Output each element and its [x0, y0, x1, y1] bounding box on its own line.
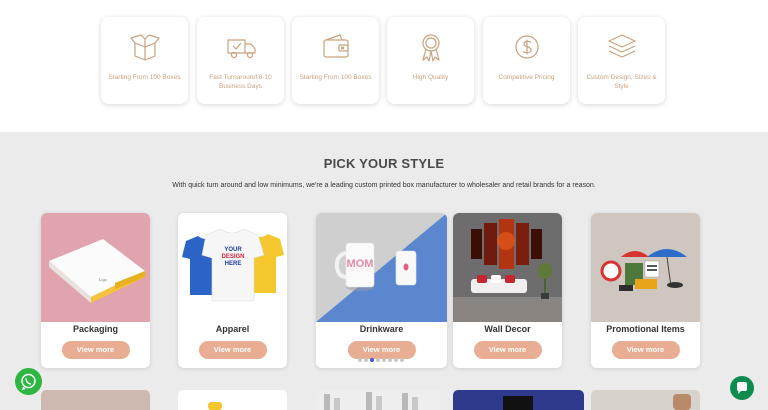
carousel-dot[interactable]	[370, 358, 374, 362]
open-box-icon	[130, 34, 160, 61]
card-title: Promotional Items	[606, 324, 685, 334]
svg-text:Logo: Logo	[98, 277, 107, 282]
svg-text:MOM: MOM	[347, 258, 374, 270]
packaging-image: Logo	[41, 213, 150, 322]
svg-text:YOUR: YOUR	[224, 247, 242, 253]
live-chat-button[interactable]	[730, 376, 754, 400]
feature-card-min-boxes: Starting From 100 Boxes	[101, 17, 188, 104]
feature-label: Starting From 100 Boxes	[108, 74, 181, 81]
view-more-button[interactable]: View more	[61, 341, 130, 359]
apparel-image: YOUR DESIGN HERE	[178, 213, 287, 322]
view-more-button[interactable]: View more	[611, 341, 680, 359]
next-card-peek	[316, 390, 440, 410]
svg-text:HERE: HERE	[225, 261, 242, 267]
feature-label: Starting From 100 Boxes	[299, 74, 372, 81]
delivery-truck-icon	[227, 39, 256, 59]
feature-card-quality: High Quality	[387, 17, 474, 104]
carousel-dots	[358, 358, 408, 362]
feature-label: High Quality	[412, 74, 449, 81]
card-title: Apparel	[215, 324, 250, 334]
carousel-dot[interactable]	[400, 358, 404, 362]
carousel-dot[interactable]	[364, 358, 368, 362]
carousel-dot[interactable]	[376, 358, 380, 362]
section-title: PICK YOUR STYLE	[323, 156, 445, 171]
next-card-peek	[453, 390, 584, 410]
whatsapp-icon	[21, 373, 36, 391]
drinkware-image: MOM	[316, 213, 447, 322]
carousel-dot[interactable]	[388, 358, 392, 362]
wallet-icon	[323, 34, 349, 58]
next-card-peek	[178, 390, 287, 410]
chat-bubble-icon	[737, 382, 747, 394]
feature-label: Competitive Pricing	[498, 74, 555, 81]
view-more-button[interactable]: View more	[198, 341, 267, 359]
dollar-coin-icon	[515, 35, 539, 59]
card-title: Drinkware	[359, 324, 404, 334]
product-card-wall-decor[interactable]: Wall Decor View more	[453, 213, 562, 368]
section-subtitle: With quick turn around and low minimums,…	[172, 182, 596, 189]
layers-icon	[608, 34, 636, 58]
carousel-dot[interactable]	[382, 358, 386, 362]
view-more-button[interactable]: View more	[473, 341, 542, 359]
wall-decor-image	[453, 213, 562, 322]
feature-card-turnaround: Fast Turnaround 8-10 Business Days	[197, 17, 284, 104]
whatsapp-button[interactable]	[15, 368, 42, 395]
product-card-promotional-items[interactable]: Promotional Items View more	[591, 213, 700, 368]
view-more-button[interactable]: View more	[347, 341, 416, 359]
feature-card-custom: Custom Design, Sizes & Style	[578, 17, 665, 104]
promotional-items-image	[591, 213, 700, 322]
next-card-peek	[41, 390, 150, 410]
svg-text:DESIGN: DESIGN	[221, 254, 244, 260]
next-card-peek	[591, 390, 700, 410]
quality-badge-icon	[422, 34, 440, 62]
feature-label: Custom Design, Sizes & Style	[586, 74, 657, 90]
product-card-apparel[interactable]: YOUR DESIGN HERE Apparel View more	[178, 213, 287, 368]
feature-card-starting: Starting From 100 Boxes	[292, 17, 379, 104]
product-card-packaging[interactable]: Logo Packaging View more	[41, 213, 150, 368]
card-title: Packaging	[72, 324, 119, 334]
feature-label: Fast Turnaround 8-10 Business Days	[209, 74, 272, 90]
feature-card-pricing: Competitive Pricing	[483, 17, 570, 104]
features-band: Starting From 100 Boxes Fast Turnaround …	[0, 0, 768, 132]
carousel-dot[interactable]	[358, 358, 362, 362]
carousel-dot[interactable]	[394, 358, 398, 362]
product-card-drinkware[interactable]: MOM Drinkware View more	[316, 213, 447, 368]
card-title: Wall Decor	[484, 324, 531, 334]
